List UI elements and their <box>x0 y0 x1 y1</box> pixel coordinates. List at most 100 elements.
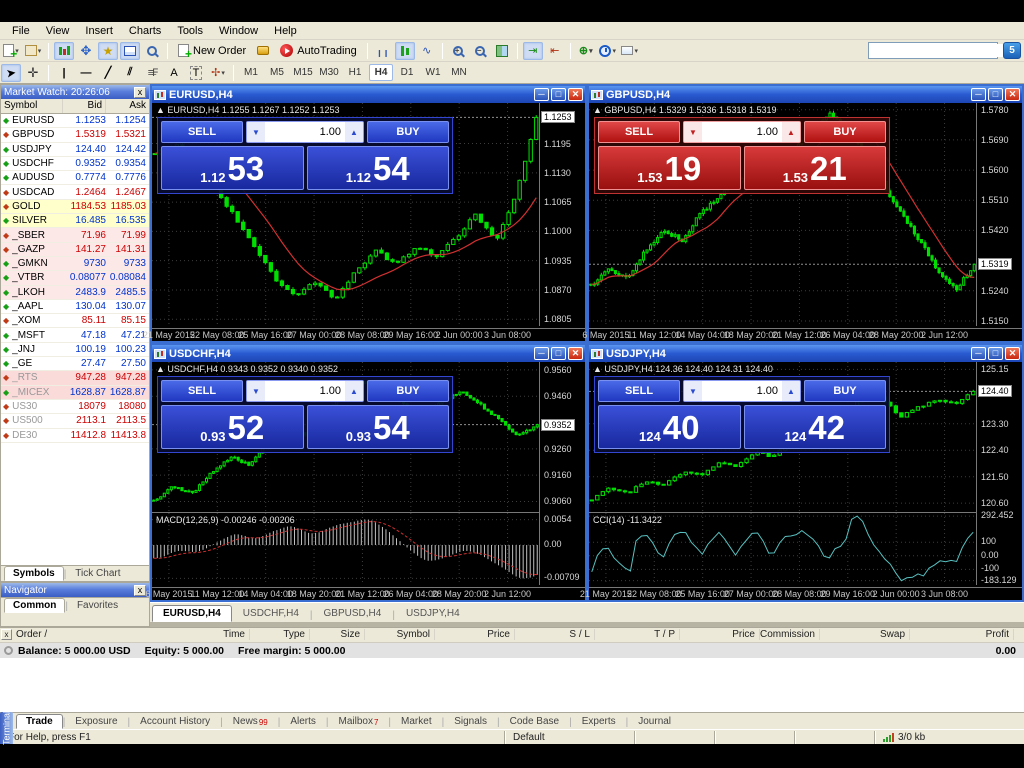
buy-button[interactable]: BUY <box>367 121 449 143</box>
terminal-tab-signals[interactable]: Signals <box>444 714 497 729</box>
market-watch-row[interactable]: ◆_GAZP141.27141.31 <box>1 243 149 257</box>
market-watch-row[interactable]: ◆_SBER71.9671.99 <box>1 228 149 242</box>
timeframe-m1[interactable]: M1 <box>239 64 263 81</box>
sell-price[interactable]: 1.5319 <box>598 146 741 190</box>
market-watch-close-icon[interactable]: x <box>134 87 146 98</box>
volume-up-icon[interactable]: ▲ <box>782 381 800 401</box>
trendline-tool[interactable]: ╱ <box>98 64 118 82</box>
crosshair-tool[interactable]: ✛ <box>23 64 43 82</box>
chart-tab-eurusd[interactable]: EURUSD,H4 <box>152 605 232 622</box>
expert-advisors-icon[interactable] <box>253 42 273 60</box>
fibonacci-tool[interactable]: ≡₣ <box>142 64 162 82</box>
maximize-button[interactable]: □ <box>988 88 1003 101</box>
terminal-tab-journal[interactable]: Journal <box>628 714 681 729</box>
market-watch-row[interactable]: ◆USDJPY124.40124.42 <box>1 143 149 157</box>
terminal-side-tab[interactable]: Terminal <box>0 712 13 744</box>
autotrading-button[interactable]: AutoTrading <box>274 42 363 60</box>
time-axis[interactable]: 21 May 201522 May 08:0025 May 16:0027 Ma… <box>589 587 1022 600</box>
market-watch-row[interactable]: ◆_VTBR0.080770.08084 <box>1 271 149 285</box>
periods-button[interactable]: ▾ <box>598 42 618 60</box>
templates-button[interactable]: ▾ <box>620 42 640 60</box>
timeframe-w1[interactable]: W1 <box>421 64 445 81</box>
chart-body[interactable]: ▲ EURUSD,H4 1.1255 1.1267 1.1252 1.12531… <box>152 103 585 341</box>
menu-charts[interactable]: Charts <box>121 23 169 39</box>
terminal-tab-code-base[interactable]: Code Base <box>500 714 569 729</box>
strategy-tester-button[interactable] <box>142 42 162 60</box>
chart-titlebar[interactable]: EURUSD,H4─□✕ <box>152 86 585 103</box>
market-watch-row[interactable]: ◆GBPUSD1.53191.5321 <box>1 128 149 142</box>
price-axis[interactable]: 1.11951.11301.10651.10001.09351.08701.08… <box>539 103 585 326</box>
column-symbol[interactable]: Symbol <box>1 99 63 113</box>
minimize-button[interactable]: ─ <box>534 347 549 360</box>
data-window-button[interactable]: ✥ <box>76 42 96 60</box>
menu-view[interactable]: View <box>38 23 78 39</box>
timeframe-h1[interactable]: H1 <box>343 64 367 81</box>
line-chart-button[interactable]: ∿ <box>417 42 437 60</box>
close-button[interactable]: ✕ <box>1005 347 1020 360</box>
timeframe-m30[interactable]: M30 <box>317 64 341 81</box>
tab-tick-chart[interactable]: Tick Chart <box>66 566 129 581</box>
terminal-tab-trade[interactable]: Trade <box>16 714 63 729</box>
terminal-tab-experts[interactable]: Experts <box>572 714 626 729</box>
indicator-pane[interactable]: CCI(14) -11.3422 <box>589 512 976 584</box>
market-watch-row[interactable]: ◆_GE27.4727.50 <box>1 357 149 371</box>
vertical-line-tool[interactable]: | <box>54 64 74 82</box>
channel-tool[interactable]: ⫽ <box>120 64 140 82</box>
new-order-button[interactable]: New Order <box>172 42 252 60</box>
horizontal-line-tool[interactable]: — <box>76 64 96 82</box>
buy-price[interactable]: 1.5321 <box>744 146 887 190</box>
terminal-column-price[interactable]: Price <box>732 629 760 640</box>
timeframe-mn[interactable]: MN <box>447 64 471 81</box>
indicator-pane[interactable]: MACD(12,26,9) -0.00246 -0.00206 <box>152 512 539 584</box>
terminal-column-tp[interactable]: T / P <box>654 629 680 640</box>
column-ask[interactable]: Ask <box>106 99 149 113</box>
market-watch-row[interactable]: ◆_RTS947.28947.28 <box>1 371 149 385</box>
tab-favorites[interactable]: Favorites <box>68 598 127 613</box>
timeframe-h4[interactable]: H4 <box>369 64 393 81</box>
volume-up-icon[interactable]: ▲ <box>345 381 363 401</box>
terminal-column-swap[interactable]: Swap <box>880 629 910 640</box>
market-watch-row[interactable]: ◆_XOM85.1185.15 <box>1 314 149 328</box>
terminal-toggle[interactable] <box>120 42 140 60</box>
timeframe-d1[interactable]: D1 <box>395 64 419 81</box>
time-axis[interactable]: 6 May 201511 May 12:0014 May 04:0018 May… <box>589 328 1022 341</box>
sell-price[interactable]: 1.1253 <box>161 146 304 190</box>
label-tool[interactable]: T <box>186 64 206 82</box>
terminal-column-sl[interactable]: S / L <box>569 629 595 640</box>
terminal-column-profit[interactable]: Profit <box>986 629 1014 640</box>
auto-scroll-button[interactable]: ⇥ <box>523 42 543 60</box>
market-watch-row[interactable]: ◆_AAPL130.04130.07 <box>1 300 149 314</box>
minimize-button[interactable]: ─ <box>971 347 986 360</box>
market-watch-row[interactable]: ◆_GMKN97309733 <box>1 257 149 271</box>
volume-down-icon[interactable]: ▼ <box>684 381 702 401</box>
volume-up-icon[interactable]: ▲ <box>782 122 800 142</box>
time-axis[interactable]: 6 May 201511 May 12:0014 May 04:0018 May… <box>152 587 585 600</box>
menu-insert[interactable]: Insert <box>77 23 121 39</box>
market-watch-row[interactable]: ◆GOLD1184.531185.03 <box>1 200 149 214</box>
terminal-column-type[interactable]: Type <box>283 629 310 640</box>
price-axis[interactable]: 0.95600.94600.92600.91600.90600.93520.00… <box>539 362 585 585</box>
navigator-toggle[interactable]: ★ <box>98 42 118 60</box>
buy-price[interactable]: 1.1254 <box>307 146 450 190</box>
terminal-tab-account-history[interactable]: Account History <box>130 714 220 729</box>
market-watch-row[interactable]: ◆DE3011412.811413.8 <box>1 429 149 443</box>
terminal-column-commission[interactable]: Commission <box>760 629 820 640</box>
chart-tab-usdchf[interactable]: USDCHF,H4 <box>232 605 310 622</box>
status-profile[interactable]: Default <box>504 731 634 744</box>
volume-down-icon[interactable]: ▼ <box>247 122 265 142</box>
maximize-button[interactable]: □ <box>551 347 566 360</box>
sell-button[interactable]: SELL <box>598 121 680 143</box>
volume-up-icon[interactable]: ▲ <box>345 122 363 142</box>
indicators-button[interactable]: ⊕▾ <box>576 42 596 60</box>
terminal-tab-alerts[interactable]: Alerts <box>280 714 326 729</box>
volume-down-icon[interactable]: ▼ <box>247 381 265 401</box>
search-input[interactable] <box>869 44 1004 57</box>
market-watch-row[interactable]: ◆_MSFT47.1847.21 <box>1 328 149 342</box>
buy-price[interactable]: 12442 <box>744 405 887 449</box>
menu-file[interactable]: File <box>4 23 38 39</box>
volume-down-icon[interactable]: ▼ <box>684 122 702 142</box>
sell-price[interactable]: 0.9352 <box>161 405 304 449</box>
terminal-close-icon[interactable]: x <box>1 629 12 640</box>
zoom-out-button[interactable]: − <box>470 42 490 60</box>
new-chart-button[interactable]: ▾ <box>1 42 21 60</box>
